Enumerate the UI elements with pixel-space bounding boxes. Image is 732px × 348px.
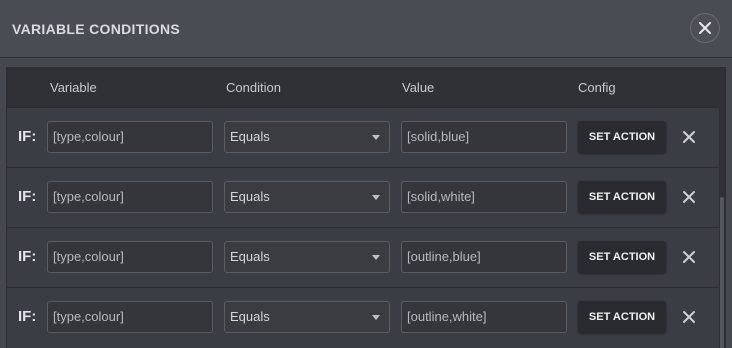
close-icon: [683, 251, 695, 263]
set-action-button[interactable]: SET ACTION: [578, 181, 666, 213]
condition-row: IF: [type,colour] Equals [outline,white]…: [7, 287, 719, 347]
scrollbar-thumb[interactable]: [720, 197, 724, 348]
value-input[interactable]: [solid,white]: [401, 181, 567, 213]
caret-down-icon: [372, 315, 380, 320]
close-icon: [699, 22, 711, 34]
conditions-panel: Variable Condition Value Config IF: [typ…: [6, 67, 726, 348]
caret-down-icon: [372, 255, 380, 260]
condition-select-value: Equals: [230, 129, 270, 144]
dialog-close-button[interactable]: [690, 13, 720, 43]
close-icon: [683, 191, 695, 203]
set-action-button[interactable]: SET ACTION: [578, 241, 666, 273]
condition-row: IF: [type,colour] Equals [solid,blue] SE…: [7, 107, 719, 167]
condition-select-value: Equals: [230, 249, 270, 264]
caret-down-icon: [372, 195, 380, 200]
close-icon: [683, 131, 695, 143]
remove-condition-button[interactable]: [681, 129, 697, 145]
value-input[interactable]: [solid,blue]: [401, 121, 567, 153]
remove-condition-button[interactable]: [681, 189, 697, 205]
condition-select[interactable]: Equals: [224, 181, 390, 213]
condition-select[interactable]: Equals: [224, 121, 390, 153]
dialog-header: VARIABLE CONDITIONS: [0, 0, 732, 58]
if-label: IF:: [18, 128, 37, 145]
value-input[interactable]: [outline,blue]: [401, 241, 567, 273]
set-action-button[interactable]: SET ACTION: [578, 121, 666, 153]
condition-select-value: Equals: [230, 309, 270, 324]
condition-select[interactable]: Equals: [224, 301, 390, 333]
condition-select[interactable]: Equals: [224, 241, 390, 273]
condition-row: IF: [type,colour] Equals [outline,blue] …: [7, 227, 719, 287]
remove-condition-button[interactable]: [681, 249, 697, 265]
column-header-config: Config: [578, 80, 616, 95]
if-label: IF:: [18, 308, 37, 325]
close-icon: [683, 311, 695, 323]
remove-condition-button[interactable]: [681, 309, 697, 325]
column-headers: Variable Condition Value Config: [7, 68, 725, 107]
condition-select-value: Equals: [230, 189, 270, 204]
scrollbar[interactable]: [719, 107, 725, 348]
variable-input[interactable]: [type,colour]: [47, 301, 213, 333]
variable-conditions-dialog: VARIABLE CONDITIONS Variable Condition V…: [0, 0, 732, 348]
condition-row: IF: [type,colour] Equals [solid,white] S…: [7, 167, 719, 227]
value-input[interactable]: [outline,white]: [401, 301, 567, 333]
caret-down-icon: [372, 135, 380, 140]
column-header-value: Value: [402, 80, 435, 95]
variable-input[interactable]: [type,colour]: [47, 121, 213, 153]
if-label: IF:: [18, 248, 37, 265]
variable-input[interactable]: [type,colour]: [47, 181, 213, 213]
column-header-variable: Variable: [50, 80, 97, 95]
column-header-condition: Condition: [226, 80, 281, 95]
set-action-button[interactable]: SET ACTION: [578, 301, 666, 333]
if-label: IF:: [18, 188, 37, 205]
dialog-title: VARIABLE CONDITIONS: [12, 20, 180, 37]
variable-input[interactable]: [type,colour]: [47, 241, 213, 273]
